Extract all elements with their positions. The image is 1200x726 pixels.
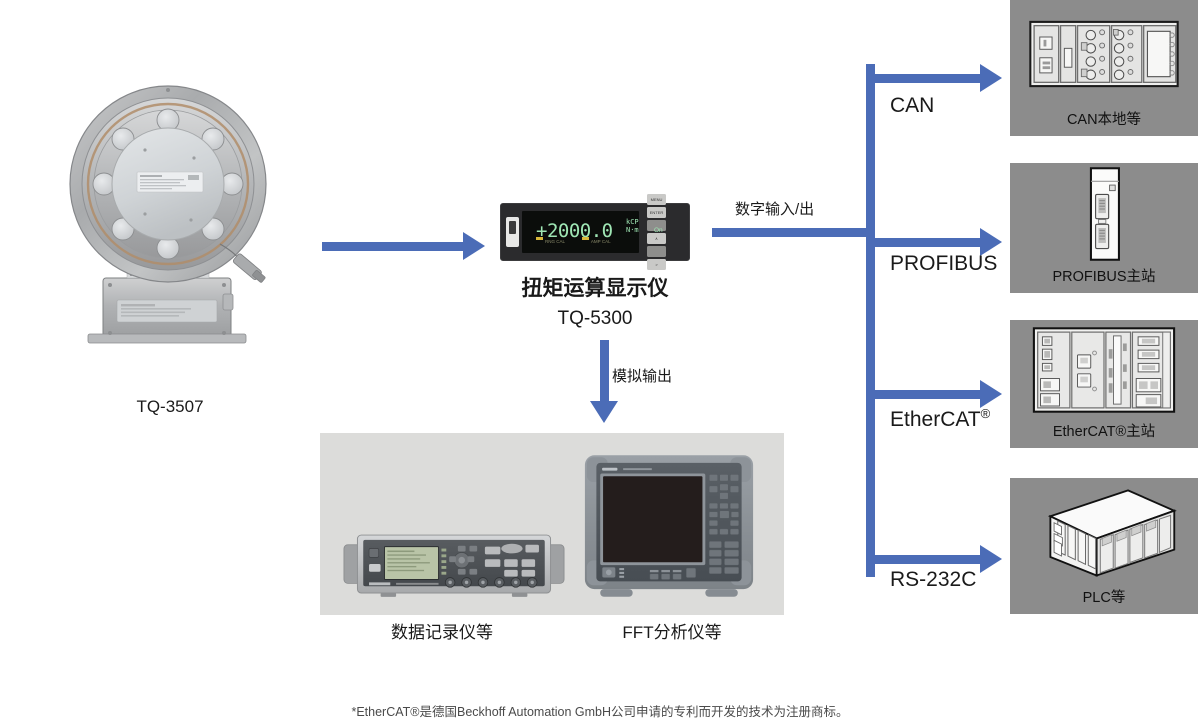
- torque-sensor-image: [55, 72, 285, 392]
- branch-shaft: [866, 73, 981, 83]
- target-box-plc[interactable]: PLC等: [1010, 478, 1198, 614]
- branch-arrow-head: [980, 380, 1002, 408]
- arrow-head: [590, 401, 618, 423]
- target-box-can-node[interactable]: CAN本地等: [1010, 0, 1198, 136]
- io-rack-modules-icon: [1010, 0, 1198, 108]
- bus-label-rs232c: RS-232C: [890, 568, 977, 591]
- meter-keypad[interactable]: MENU ENTER ∧ >: [643, 194, 689, 270]
- diagram-canvas: TQ-3507 +2000.0 kCP N·m On RNG CAL AMP C…: [0, 0, 1200, 726]
- meter-display: +2000.0 kCP N·m On RNG CAL AMP CAL: [522, 211, 663, 253]
- arrow-sensor-to-meter: [322, 232, 485, 260]
- target-box-profibus-master[interactable]: PROFIBUS主站: [1010, 163, 1198, 293]
- data-recorder-image: [342, 527, 566, 608]
- arrow-shaft: [322, 241, 464, 251]
- meter-key-right[interactable]: >: [647, 259, 666, 270]
- target-caption-plc: PLC等: [1082, 590, 1126, 606]
- bus-label-profibus: PROFIBUS: [890, 252, 998, 275]
- branch-arrow-head: [980, 545, 1002, 573]
- indicator-led-amp: [581, 237, 589, 241]
- instrument-caption-data-recorder: 数据记录仪等: [391, 623, 493, 642]
- sensor-label: TQ-3507: [136, 397, 204, 416]
- bus-label-can: CAN: [890, 94, 935, 117]
- branch-arrow-head: [980, 64, 1002, 92]
- branch-shaft: [866, 389, 981, 399]
- torque-sensor-flange-icon: [69, 85, 267, 344]
- meter-key-up[interactable]: ∧: [647, 233, 666, 244]
- instrument-caption-fft-analyzer: FFT分析仪等: [622, 623, 722, 642]
- unit-top: kCP: [626, 218, 639, 226]
- branch-shaft: [866, 554, 981, 564]
- meter-display-unit: kCP N·m: [626, 218, 639, 234]
- bus-trunk-line: [866, 64, 875, 577]
- branch-can: [866, 64, 1002, 92]
- registered-mark: ®: [980, 406, 991, 421]
- bus-feed-line: [712, 228, 874, 237]
- meter-model: TQ-5300: [557, 308, 633, 329]
- plc-rack-3d-icon: [1010, 478, 1198, 586]
- fft-analyzer-icon: [584, 455, 754, 597]
- bus-label-ethercat: EtherCAT®: [890, 406, 990, 432]
- portable-data-recorder-icon: [343, 534, 565, 597]
- meter-status: On: [654, 227, 663, 234]
- bus-label-ethercat-text: EtherCAT: [890, 408, 981, 431]
- footnote: *EtherCAT®是德国Beckhoff Automation GmbH公司申…: [351, 705, 849, 719]
- fft-analyzer-image: [583, 452, 755, 605]
- meter-key-menu[interactable]: MENU: [647, 194, 666, 205]
- arrow-head: [463, 232, 485, 260]
- target-caption-can-node: CAN本地等: [1066, 112, 1142, 128]
- indicator-label-rng: RNG CAL: [545, 239, 566, 244]
- branch-shaft: [866, 237, 981, 247]
- meter-key-cancel[interactable]: [647, 246, 666, 257]
- target-box-ethercat-master[interactable]: EtherCAT®主站: [1010, 320, 1198, 448]
- unit-bottom: N·m: [626, 226, 639, 235]
- branch-ethercat: [866, 380, 1002, 408]
- indicator-label-amp: AMP CAL: [590, 239, 611, 244]
- target-caption-profibus-master: PROFIBUS主站: [1052, 269, 1156, 285]
- indicator-led-rng: [536, 237, 543, 241]
- arrow-shaft: [599, 340, 609, 402]
- profibus-module-icon: [1010, 163, 1198, 265]
- target-caption-ethercat-master: EtherCAT®主站: [1052, 424, 1156, 440]
- ethercat-rack-icon: [1010, 320, 1198, 420]
- analog-output-label: 模拟输出: [612, 368, 673, 385]
- meter-title: 扭矩运算显示仪: [521, 277, 669, 300]
- meter-key-enter[interactable]: ENTER: [647, 207, 666, 218]
- power-switch-icon: [506, 217, 519, 247]
- torque-meter-image: +2000.0 kCP N·m On RNG CAL AMP CAL MENU …: [500, 194, 690, 270]
- digital-io-label: 数字输入/出: [735, 201, 815, 218]
